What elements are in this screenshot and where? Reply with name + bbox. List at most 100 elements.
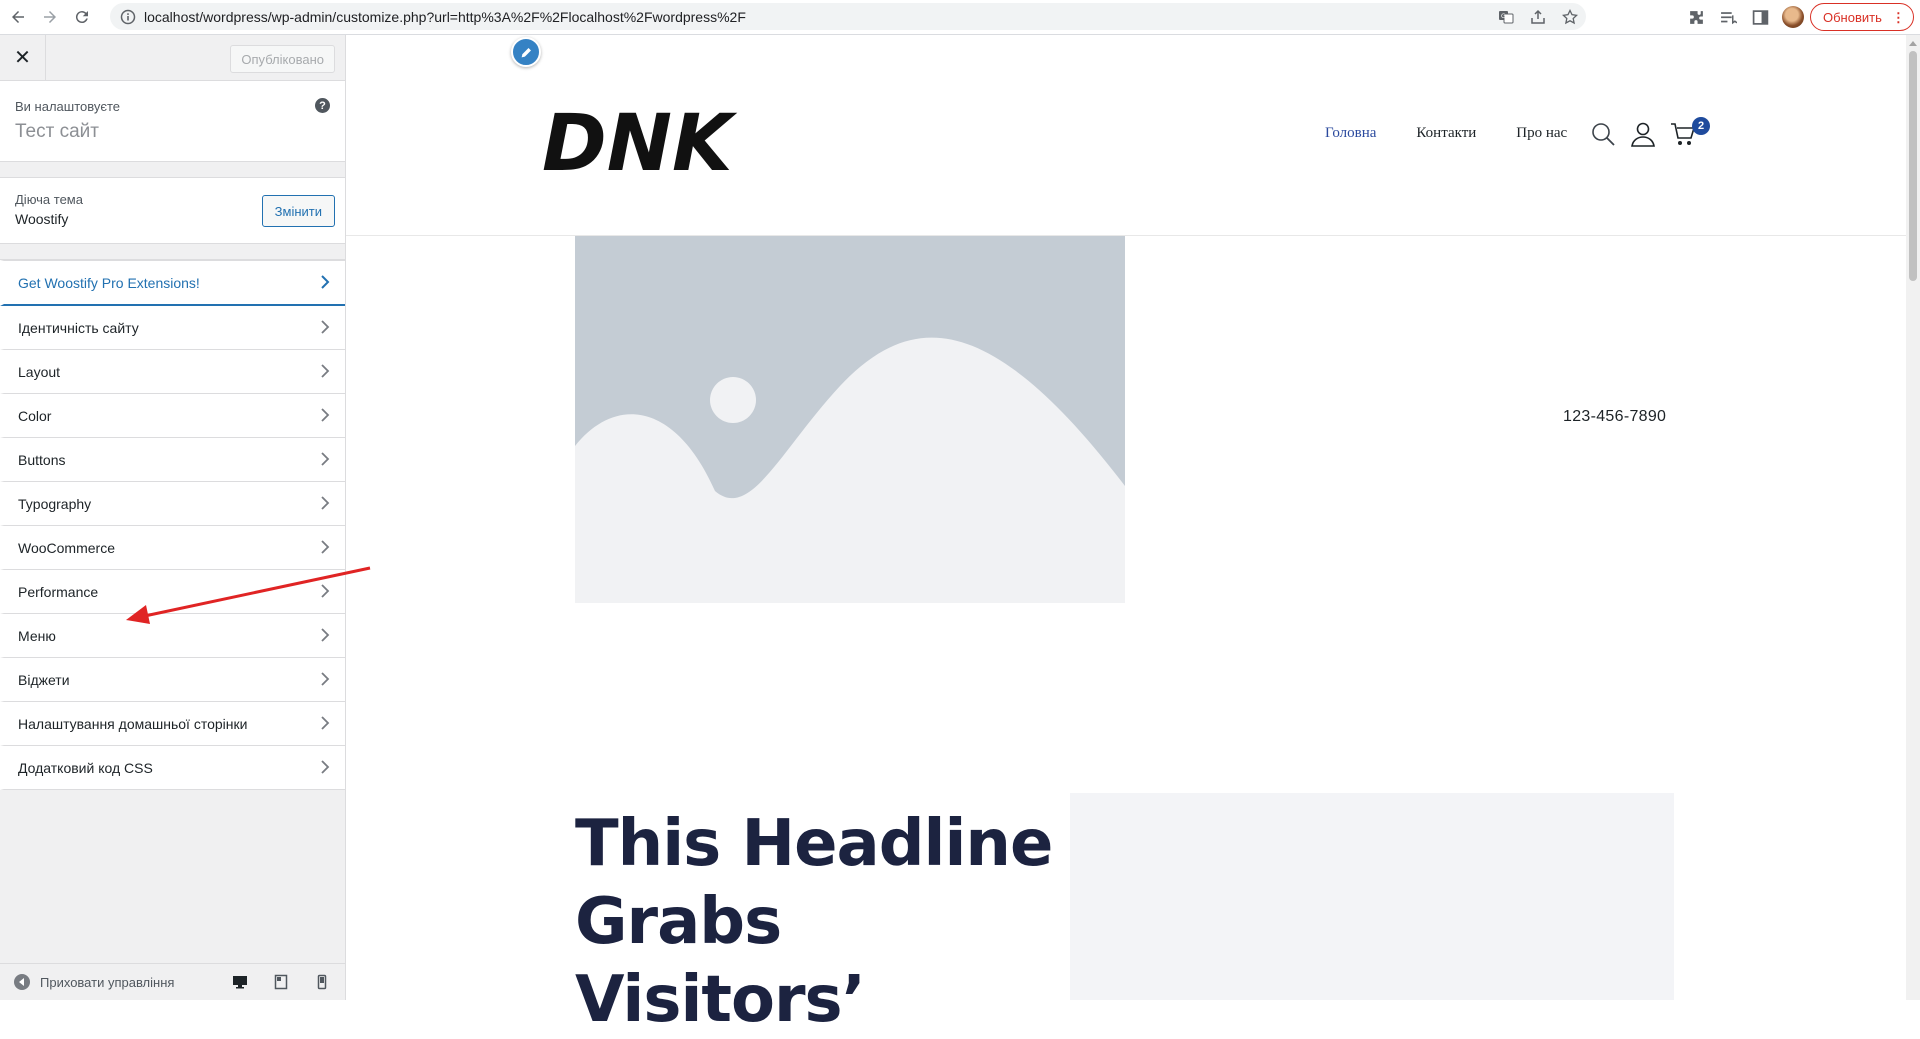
nav-link-contacts[interactable]: Контакти: [1416, 125, 1476, 142]
preview-desktop-button[interactable]: [229, 972, 251, 992]
published-label: Опубліковано: [241, 51, 324, 67]
update-browser-button[interactable]: Обновить ⋮: [1810, 3, 1914, 31]
content-image-placeholder: [1070, 793, 1674, 1000]
chevron-right-icon: [321, 716, 330, 730]
chevron-right-icon: [321, 540, 330, 554]
panel-label: Buttons: [18, 451, 66, 468]
customizer-sidebar: ✕ Опубліковано Ви налаштовуєте Тест сайт…: [0, 35, 346, 1000]
scrollbar-thumb[interactable]: [1909, 51, 1917, 281]
panel-additional-css[interactable]: Додатковий код CSS: [0, 746, 345, 790]
chevron-right-icon: [321, 584, 330, 598]
chevron-right-icon: [321, 408, 330, 422]
change-theme-label: Змінити: [274, 203, 322, 219]
address-bar[interactable]: localhost/wordpress/wp-admin/customize.p…: [110, 3, 1586, 30]
panel-label: Ідентичність сайту: [18, 319, 139, 336]
edit-shortcut-button[interactable]: [511, 37, 541, 67]
help-icon[interactable]: ?: [315, 98, 330, 113]
panel-performance[interactable]: Performance: [0, 570, 345, 614]
collapse-sidebar-icon[interactable]: [14, 974, 30, 990]
panel-label: Додатковий код CSS: [18, 759, 153, 776]
update-label: Обновить: [1823, 9, 1882, 25]
back-button[interactable]: [4, 3, 32, 31]
panel-site-identity[interactable]: Ідентичність сайту: [0, 306, 345, 350]
tablet-icon: [274, 974, 288, 990]
browser-toolbar: localhost/wordpress/wp-admin/customize.p…: [0, 0, 1920, 35]
url-text[interactable]: localhost/wordpress/wp-admin/customize.p…: [144, 9, 746, 25]
active-theme-section: Діюча тема Woostify Змінити: [0, 177, 345, 244]
side-panel-icon: [1752, 9, 1768, 25]
customizing-info: Ви налаштовуєте Тест сайт ?: [0, 81, 345, 162]
site-logo[interactable]: DNK: [540, 100, 740, 185]
chevron-right-icon: [321, 672, 330, 686]
chevron-right-icon: [321, 496, 330, 510]
panel-label: Color: [18, 407, 52, 424]
search-icon[interactable]: [1590, 121, 1616, 147]
chevron-right-icon: [321, 364, 330, 378]
chevron-right-icon: [321, 628, 330, 642]
share-button[interactable]: [1522, 3, 1554, 30]
panel-typography[interactable]: Typography: [0, 482, 345, 526]
nav-link-home[interactable]: Головна: [1325, 125, 1376, 142]
panel-label: Віджети: [18, 671, 70, 688]
panel-label: WooCommerce: [18, 539, 115, 556]
forward-arrow-icon: [44, 11, 56, 23]
panel-label: Typography: [18, 495, 92, 512]
preview-mobile-button[interactable]: [311, 972, 333, 992]
placeholder-image: [575, 236, 1125, 603]
panel-label: Меню: [18, 627, 56, 644]
preview-tablet-button[interactable]: [270, 972, 292, 992]
side-panel-button[interactable]: [1744, 3, 1776, 31]
panel-label: Layout: [18, 363, 61, 380]
user-account-icon[interactable]: [1630, 121, 1656, 147]
scroll-up-arrow-icon[interactable]: [1909, 41, 1917, 46]
panel-widgets[interactable]: Віджети: [0, 658, 345, 702]
panel-woocommerce[interactable]: WooCommerce: [0, 526, 345, 570]
panel-label: Налаштування домашньої сторінки: [18, 715, 248, 732]
forward-button[interactable]: [36, 3, 64, 31]
hide-controls-button[interactable]: Приховати управління: [40, 975, 174, 990]
reload-icon: [75, 11, 88, 24]
mobile-icon: [317, 974, 327, 990]
nav-link-about[interactable]: Про нас: [1516, 125, 1567, 142]
customizer-footer: Приховати управління: [0, 963, 345, 1000]
cart-count-badge: 2: [1692, 117, 1710, 135]
theme-name: Woostify: [15, 211, 69, 227]
chevron-right-icon: [321, 760, 330, 774]
primary-navigation: Головна Контакти Про нас: [1325, 125, 1607, 142]
customizer-header: ✕ Опубліковано: [0, 35, 345, 81]
site-info-icon[interactable]: [120, 9, 136, 25]
panel-menus[interactable]: Меню: [0, 614, 345, 658]
site-title: Тест сайт: [15, 121, 99, 142]
svg-text:G: G: [1501, 13, 1506, 20]
back-arrow-icon: [12, 11, 24, 23]
chevron-right-icon: [321, 452, 330, 466]
active-theme-label: Діюча тема: [15, 192, 83, 207]
panel-color[interactable]: Color: [0, 394, 345, 438]
close-customizer-button[interactable]: ✕: [0, 35, 46, 80]
published-button[interactable]: Опубліковано: [230, 45, 335, 73]
logo-text: DNK: [542, 100, 738, 185]
desktop-icon: [233, 976, 247, 989]
chevron-right-icon: [321, 275, 330, 289]
hero-headline: This Headline Grabs Visitors’: [575, 807, 1053, 1037]
preview-scrollbar[interactable]: [1906, 35, 1920, 1000]
panel-woostify-pro[interactable]: Get Woostify Pro Extensions!: [0, 260, 345, 306]
customizing-label: Ви налаштовуєте: [15, 99, 121, 114]
reload-button[interactable]: [68, 3, 96, 31]
panel-label: Performance: [18, 583, 99, 600]
pencil-icon: [521, 47, 531, 57]
panel-homepage-settings[interactable]: Налаштування домашньої сторінки: [0, 702, 345, 746]
panel-buttons[interactable]: Buttons: [0, 438, 345, 482]
browser-menu-icon[interactable]: ⋮: [1892, 11, 1905, 24]
star-icon: [1562, 8, 1578, 24]
translate-button[interactable]: G: [1490, 3, 1522, 30]
change-theme-button[interactable]: Змінити: [261, 195, 335, 227]
bookmark-button[interactable]: [1554, 3, 1586, 30]
reading-list-icon: [1720, 11, 1737, 24]
extensions-button[interactable]: [1680, 3, 1712, 31]
reading-list-button[interactable]: [1712, 3, 1744, 31]
phone-number: 123-456-7890: [1563, 408, 1667, 425]
profile-avatar[interactable]: [1782, 6, 1804, 28]
puzzle-icon: [1689, 10, 1703, 24]
panel-layout[interactable]: Layout: [0, 350, 345, 394]
